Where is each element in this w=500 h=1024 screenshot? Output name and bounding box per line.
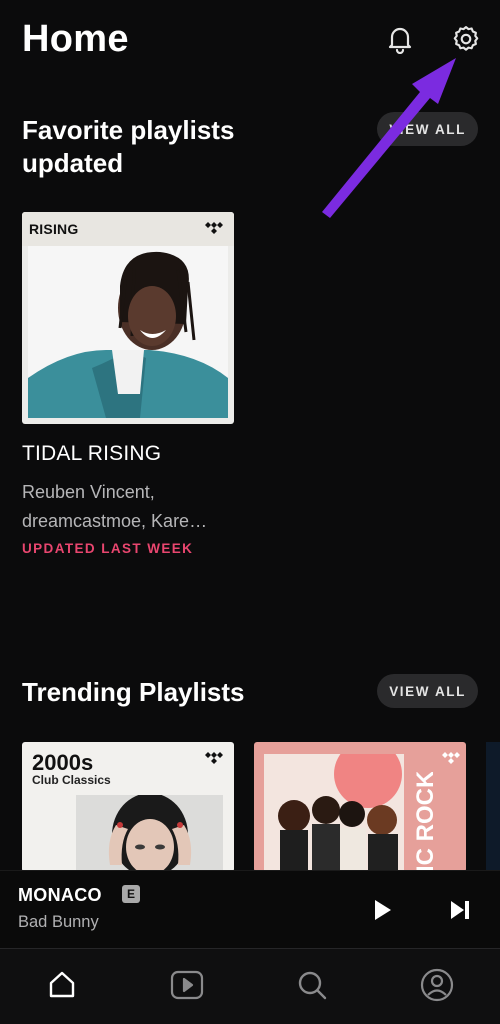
tidal-logo-icon xyxy=(205,752,223,764)
tab-home[interactable] xyxy=(44,967,80,1003)
next-playlist-peek[interactable] xyxy=(486,742,500,872)
tidal-logo-icon xyxy=(205,222,223,234)
view-all-favorites-button[interactable]: VIEW ALL xyxy=(377,112,478,146)
artwork-header-bar: RISING xyxy=(22,212,234,246)
page-title: Home xyxy=(22,18,129,60)
artist-photo xyxy=(76,795,223,872)
top-header: Home xyxy=(0,0,500,80)
tab-search[interactable] xyxy=(294,967,330,1003)
artwork-vertical-text: IC ROCK ICS xyxy=(412,772,439,872)
playlist-artwork-rock-classics[interactable]: IC ROCK ICS xyxy=(254,742,466,872)
profile-icon xyxy=(420,968,454,1002)
explicit-badge: E xyxy=(122,885,140,903)
playlist-artwork-tidal-rising[interactable]: RISING xyxy=(22,212,234,424)
video-icon xyxy=(170,970,204,1000)
home-icon xyxy=(49,971,75,998)
band-photo xyxy=(264,754,404,872)
tidal-logo-icon xyxy=(442,752,460,764)
playlist-title[interactable]: TIDAL RISING xyxy=(22,442,161,466)
tab-videos[interactable] xyxy=(169,967,205,1003)
artwork-label: RISING xyxy=(29,221,79,237)
artwork-subtitle: Club Classics xyxy=(32,773,111,787)
view-all-trending-button[interactable]: VIEW ALL xyxy=(377,674,478,708)
playlist-artists: Reuben Vincent, dreamcastmoe, Kare… xyxy=(22,482,208,531)
playlist-artwork-club-classics[interactable]: 2000s Club Classics xyxy=(22,742,234,872)
tab-my-collection[interactable] xyxy=(419,967,455,1003)
bell-icon[interactable] xyxy=(384,22,416,56)
play-icon[interactable] xyxy=(366,893,400,927)
section-title-favorites: Favorite playlists updated xyxy=(22,115,235,178)
gear-icon[interactable] xyxy=(450,22,482,56)
playlist-updated-badge: UPDATED LAST WEEK xyxy=(22,541,194,556)
now-playing-artist: Bad Bunny xyxy=(18,913,99,931)
now-playing-title[interactable]: MONACO xyxy=(18,885,102,906)
skip-next-icon[interactable] xyxy=(444,893,478,927)
artist-photo xyxy=(28,246,228,418)
mini-player[interactable]: MONACO E Bad Bunny xyxy=(0,870,500,948)
section-title-trending: Trending Playlists xyxy=(22,677,245,707)
search-icon xyxy=(298,971,327,1000)
bottom-tab-bar xyxy=(0,948,500,1024)
